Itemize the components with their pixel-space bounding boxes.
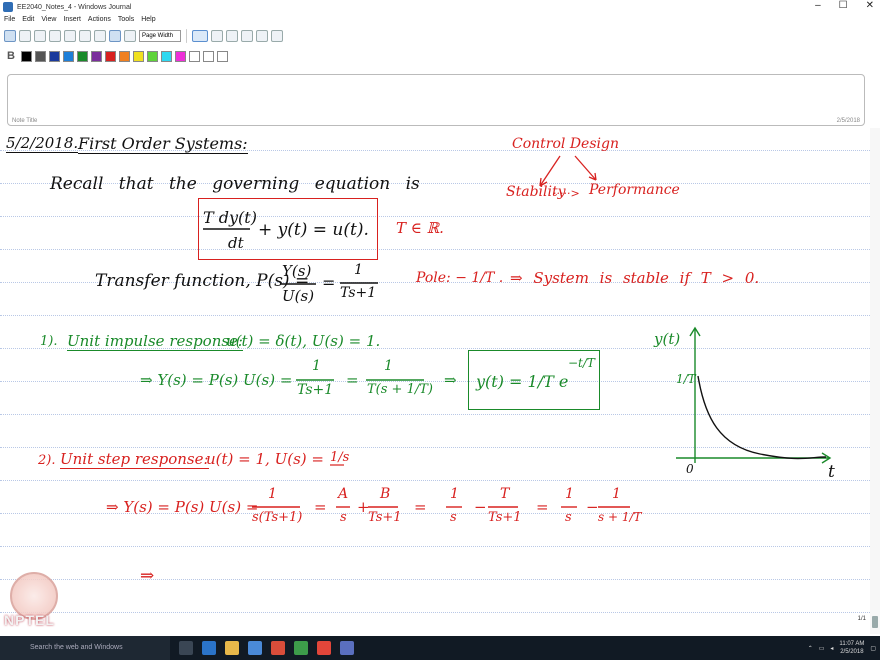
color-swatch[interactable] (105, 50, 116, 62)
nptel-watermark: NPTEL (4, 572, 60, 636)
color-swatch[interactable] (77, 50, 88, 62)
window-title: EE2040_Notes_4 - Windows Journal (17, 3, 132, 11)
toolbar: Page Width (0, 26, 880, 46)
print-icon[interactable] (49, 30, 61, 42)
impulse-response-curve (697, 375, 827, 460)
color-swatch[interactable] (91, 50, 102, 62)
note-title-label: Note Title (12, 118, 38, 124)
formatting-bar: B (0, 46, 880, 66)
arrow-to-stability (539, 155, 561, 187)
color-swatch[interactable] (35, 50, 46, 62)
bold-button[interactable]: B (4, 50, 18, 62)
clock-date: 2/5/2018 (840, 649, 864, 655)
color-swatch[interactable] (161, 50, 172, 62)
note-title-area[interactable]: Note Title 2/5/2018 (7, 74, 865, 126)
taskbar: Search the web and Windows ⌃ ▭ ◂ 11:07 A… (0, 636, 880, 660)
chrome-icon[interactable] (317, 641, 331, 655)
system-tray: ⌃ ▭ ◂ 11:07 AM 2/5/2018 ▢ (808, 636, 876, 660)
color-swatch[interactable] (63, 50, 74, 62)
taskbar-search[interactable]: Search the web and Windows (0, 636, 170, 660)
journal-taskbar-icon[interactable] (340, 641, 354, 655)
maximize-button[interactable]: ☐ (839, 0, 848, 12)
minimize-button[interactable]: – (815, 0, 821, 12)
color-swatch[interactable] (49, 50, 60, 62)
menu-edit[interactable]: Edit (22, 14, 34, 26)
color-swatch[interactable] (175, 50, 186, 62)
close-button[interactable]: ✕ (866, 0, 874, 12)
journal-page[interactable]: 5/2/2018. First Order Systems: Control D… (0, 128, 880, 634)
task-view-icon[interactable] (179, 641, 193, 655)
color-swatch[interactable] (147, 50, 158, 62)
journal-app-icon (3, 2, 13, 12)
color-swatch[interactable] (203, 50, 214, 62)
scroll-thumb[interactable] (872, 616, 878, 628)
copy-icon[interactable] (79, 30, 91, 42)
new-note-icon[interactable] (4, 30, 16, 42)
nptel-text: NPTEL (4, 612, 55, 628)
menu-view[interactable]: View (41, 14, 56, 26)
open-icon[interactable] (19, 30, 31, 42)
zoom-select[interactable]: Page Width (139, 30, 181, 42)
store-icon[interactable] (248, 641, 262, 655)
volume-icon[interactable]: ◂ (830, 645, 833, 652)
menu-help[interactable]: Help (141, 14, 155, 26)
page-counter: 1/1 (857, 616, 866, 622)
eraser-icon[interactable] (226, 30, 238, 42)
cut-icon[interactable] (64, 30, 76, 42)
save-icon[interactable] (34, 30, 46, 42)
color-swatch[interactable] (119, 50, 130, 62)
toolbar-divider (186, 29, 187, 43)
file-explorer-icon[interactable] (225, 641, 239, 655)
color-swatch[interactable] (21, 50, 32, 62)
menu-insert[interactable]: Insert (63, 14, 81, 26)
clock[interactable]: 11:07 AM 2/5/2018 (839, 640, 864, 656)
selection-icon[interactable] (241, 30, 253, 42)
menu-file[interactable]: File (4, 14, 15, 26)
arrow-to-performance (574, 155, 597, 181)
arrow-head-stability (539, 177, 548, 187)
paste-icon[interactable] (94, 30, 106, 42)
tray-chevron-icon[interactable]: ⌃ (808, 645, 813, 652)
note-date: 2/5/2018 (836, 118, 860, 124)
vertical-scrollbar[interactable] (870, 128, 880, 634)
menu-tools[interactable]: Tools (118, 14, 134, 26)
title-bar: EE2040_Notes_4 - Windows Journal – ☐ ✕ (0, 0, 880, 14)
redo-icon[interactable] (124, 30, 136, 42)
menu-bar: File Edit View Insert Actions Tools Help (0, 14, 156, 26)
pen-icon[interactable] (192, 30, 208, 42)
clock-time: 11:07 AM (839, 641, 865, 647)
undo-icon[interactable] (109, 30, 121, 42)
app-icon-1[interactable] (271, 641, 285, 655)
highlighter-icon[interactable] (211, 30, 223, 42)
menu-actions[interactable]: Actions (88, 14, 111, 26)
lasso-icon[interactable] (256, 30, 268, 42)
color-swatch[interactable] (189, 50, 200, 62)
network-icon[interactable]: ▭ (819, 645, 825, 652)
flag-icon[interactable] (271, 30, 283, 42)
color-swatch[interactable] (133, 50, 144, 62)
ink-strokes (203, 155, 832, 508)
edge-icon[interactable] (202, 641, 216, 655)
window-controls: – ☐ ✕ (815, 0, 874, 12)
notifications-icon[interactable]: ▢ (870, 645, 876, 652)
app-icon-2[interactable] (294, 641, 308, 655)
color-swatch[interactable] (217, 50, 228, 62)
